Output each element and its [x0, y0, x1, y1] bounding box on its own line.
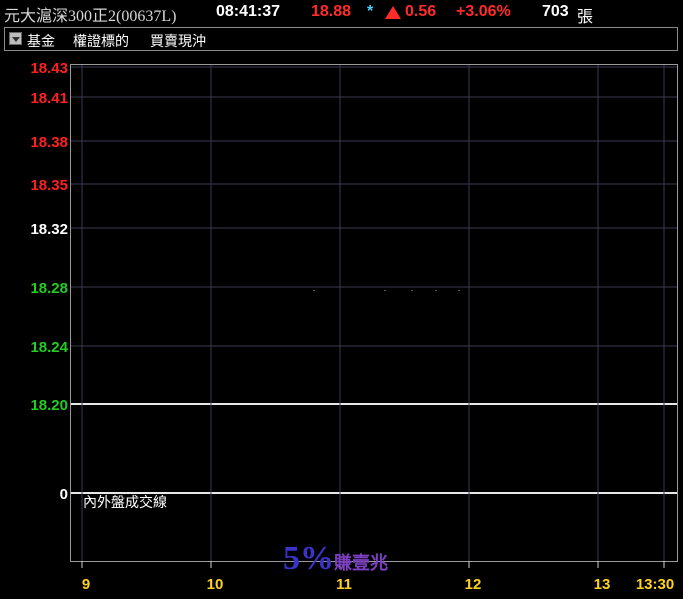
watermark: 5%賺壹兆 [283, 540, 388, 578]
price-dot [313, 290, 315, 291]
y-tick-label: 18.43 [30, 60, 68, 77]
watermark-big: 5% [283, 540, 334, 577]
y-tick-label: 18.35 [30, 177, 68, 194]
chart-svg: 18.43 18.41 18.38 18.35 18.32 18.28 18.24 18.20… [30, 60, 677, 593]
y-tick-label: 0 [60, 486, 68, 503]
y-tick-label: 18.32 [30, 221, 68, 238]
price-dot [384, 290, 386, 291]
x-tick-label: 13 [594, 576, 611, 593]
price-dot [458, 290, 460, 291]
y-tick-label: 18.41 [30, 90, 68, 107]
x-tick-label: 11 [336, 576, 352, 593]
x-tick-label: 12 [465, 576, 482, 593]
y-tick-label: 18.38 [30, 134, 68, 151]
y-tick-label: 18.28 [30, 280, 68, 297]
price-dot [411, 290, 413, 291]
price-dot [435, 290, 437, 291]
y-tick-label: 18.20 [30, 397, 68, 414]
y-tick-label: 18.24 [30, 339, 68, 356]
x-tick-label: 10 [207, 576, 224, 593]
x-tick-label: 9 [82, 576, 90, 593]
volume-panel-label: 內外盤成交線 [83, 494, 167, 510]
watermark-small: 賺壹兆 [334, 553, 388, 573]
x-tick-label: 13:30 [636, 576, 674, 593]
